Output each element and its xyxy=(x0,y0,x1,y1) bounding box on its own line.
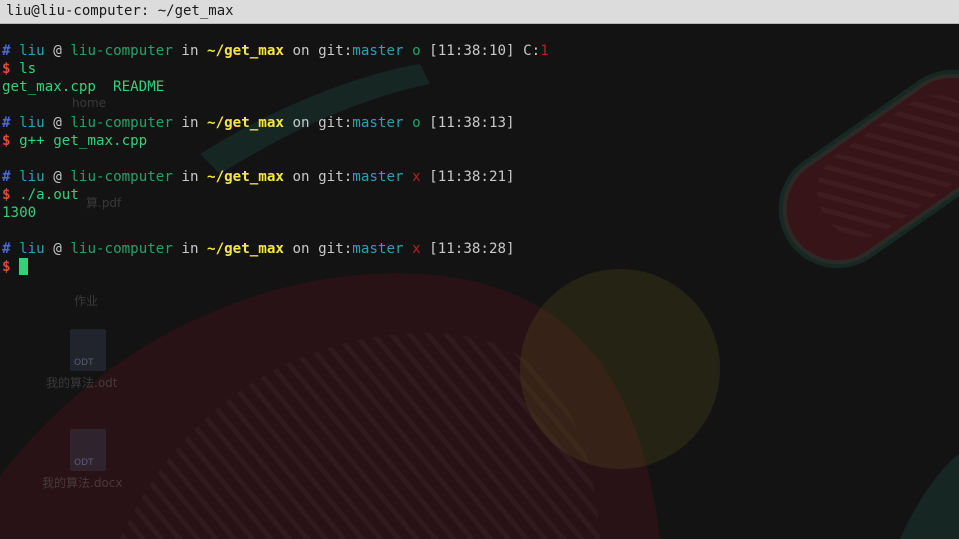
prompt-branch: master xyxy=(352,43,404,59)
terminal-window: liu@liu-computer: ~/get_max home 算.pdf 作… xyxy=(0,0,959,539)
terminal-output[interactable]: # liu @ liu-computer in ~/get_max on git… xyxy=(2,42,952,276)
prompt-on: on xyxy=(292,115,310,131)
prompt-branch: master xyxy=(352,115,404,131)
prompt-branch: master xyxy=(352,241,404,257)
prompt-dir: ~/get_max xyxy=(207,241,284,257)
prompt-hash: # xyxy=(2,115,11,131)
prompt-at: @ xyxy=(53,241,62,257)
command-line: $ g++ get_max.cpp xyxy=(2,132,952,150)
prompt-time: [11:38:21] xyxy=(429,169,515,185)
prompt-line: # liu @ liu-computer in ~/get_max on git… xyxy=(2,240,952,258)
title-bar[interactable]: liu@liu-computer: ~/get_max xyxy=(0,0,959,24)
prompt-at: @ xyxy=(53,169,62,185)
window-title: liu@liu-computer: ~/get_max xyxy=(6,3,234,19)
prompt-branch: master xyxy=(352,169,404,185)
prompt-in: in xyxy=(181,169,199,185)
git-status-dirty: x xyxy=(412,241,421,257)
terminal-body[interactable]: home 算.pdf 作业 ODT 我的算法.odt ODT 我的算法.docx… xyxy=(0,24,959,539)
prompt-at: @ xyxy=(53,43,62,59)
prompt-at: @ xyxy=(53,115,62,131)
output-line: get_max.cpp README xyxy=(2,78,952,96)
command-output: 1300 xyxy=(2,205,37,221)
prompt-in: in xyxy=(181,115,199,131)
prompt-on: on xyxy=(292,241,310,257)
prompt-user: liu xyxy=(19,43,45,59)
desktop-document-icon: ODT xyxy=(70,329,106,371)
prompt-on: on xyxy=(292,169,310,185)
git-status-dirty: x xyxy=(412,169,421,185)
prompt-dir: ~/get_max xyxy=(207,115,284,131)
prompt-dollar: $ xyxy=(2,133,11,149)
prompt-time: [11:38:13] xyxy=(429,115,515,131)
prompt-hash: # xyxy=(2,43,11,59)
prompt-dir: ~/get_max xyxy=(207,169,284,185)
prompt-user: liu xyxy=(19,169,45,185)
prompt-dir: ~/get_max xyxy=(207,43,284,59)
prompt-time: [11:38:10] xyxy=(429,43,515,59)
command-text: g++ get_max.cpp xyxy=(19,133,148,149)
text-cursor[interactable] xyxy=(19,258,29,275)
prompt-host: liu-computer xyxy=(70,169,173,185)
desktop-icon-tag: ODT xyxy=(74,458,94,468)
exit-code: 1 xyxy=(540,43,549,59)
command-line: $ ls xyxy=(2,60,952,78)
prompt-line: # liu @ liu-computer in ~/get_max on git… xyxy=(2,42,952,60)
prompt-user: liu xyxy=(19,241,45,257)
prompt-on: on xyxy=(292,43,310,59)
desktop-label-docx: 我的算法.docx xyxy=(42,476,123,490)
prompt-time: [11:38:28] xyxy=(429,241,515,257)
exit-code-label: C: xyxy=(523,43,541,59)
prompt-user: liu xyxy=(19,115,45,131)
desktop-document-icon: ODT xyxy=(70,429,106,471)
prompt-git-label: git: xyxy=(318,169,353,185)
prompt-hash: # xyxy=(2,241,11,257)
active-command-line[interactable]: $ xyxy=(2,258,952,276)
desktop-label-homework: 作业 xyxy=(74,294,99,308)
prompt-in: in xyxy=(181,241,199,257)
prompt-dollar: $ xyxy=(2,259,11,275)
git-status-clean: o xyxy=(412,115,421,131)
prompt-line: # liu @ liu-computer in ~/get_max on git… xyxy=(2,168,952,186)
prompt-host: liu-computer xyxy=(70,115,173,131)
prompt-hash: # xyxy=(2,169,11,185)
command-output: get_max.cpp README xyxy=(2,79,165,95)
prompt-line: # liu @ liu-computer in ~/get_max on git… xyxy=(2,114,952,132)
command-text: ls xyxy=(19,61,37,77)
command-line: $ ./a.out xyxy=(2,186,952,204)
prompt-git-label: git: xyxy=(318,43,353,59)
prompt-host: liu-computer xyxy=(70,43,173,59)
git-status-clean: o xyxy=(412,43,421,59)
output-line: 1300 xyxy=(2,204,952,222)
prompt-git-label: git: xyxy=(318,241,353,257)
desktop-label-odt: 我的算法.odt xyxy=(46,376,118,390)
desktop-icon-tag: ODT xyxy=(74,358,94,368)
command-text: ./a.out xyxy=(19,187,79,203)
prompt-dollar: $ xyxy=(2,187,11,203)
prompt-dollar: $ xyxy=(2,61,11,77)
prompt-in: in xyxy=(181,43,199,59)
prompt-host: liu-computer xyxy=(70,241,173,257)
prompt-git-label: git: xyxy=(318,115,353,131)
